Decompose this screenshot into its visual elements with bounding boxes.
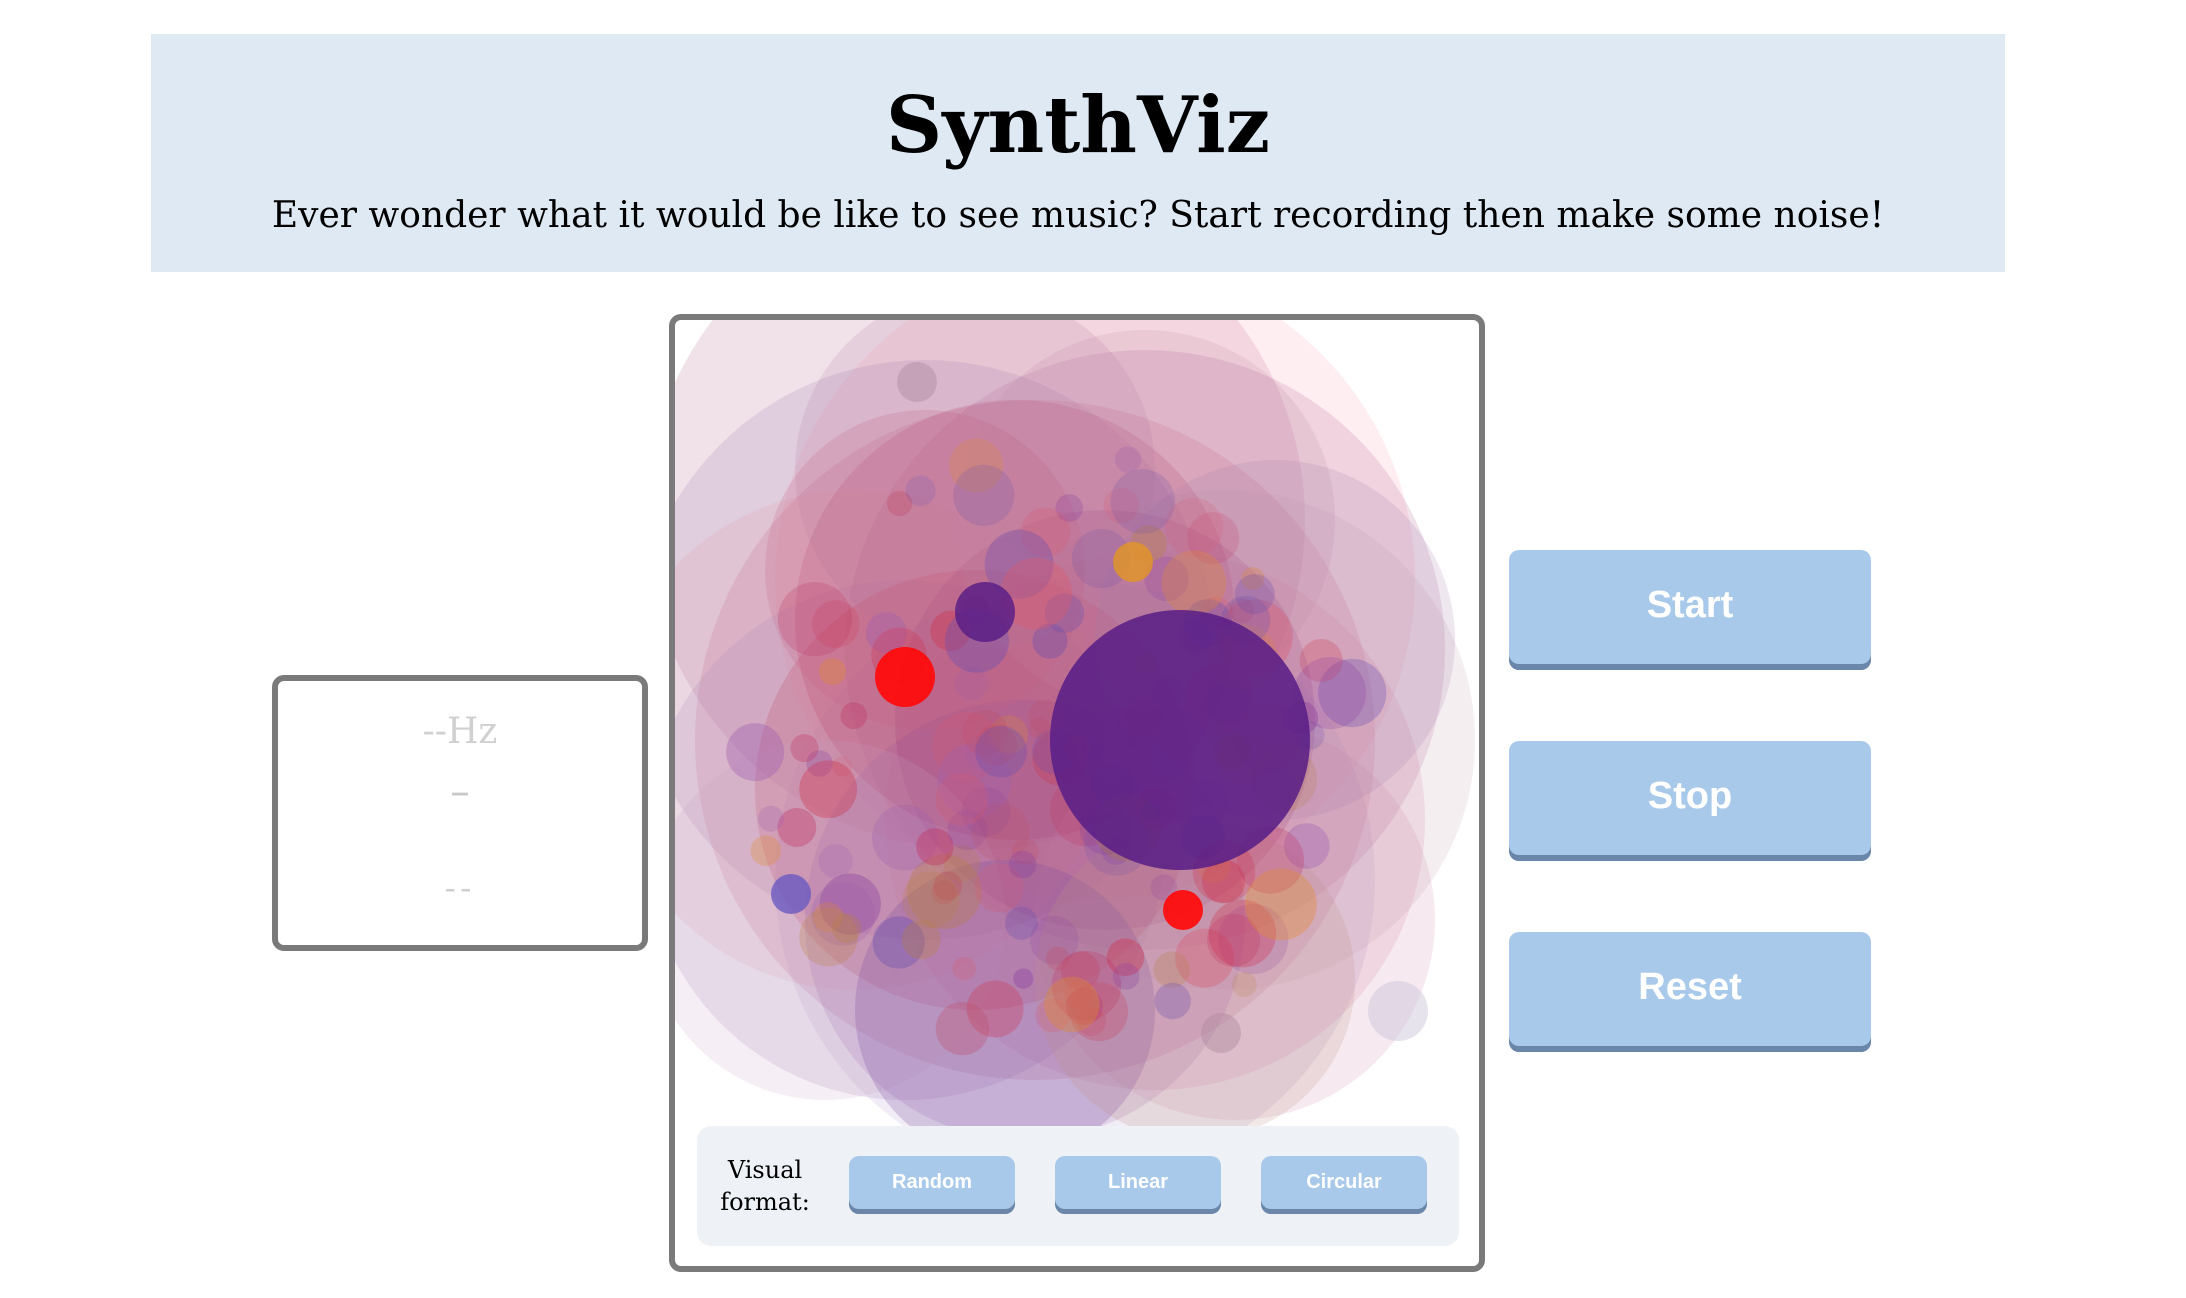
visualizer-blob — [799, 760, 858, 819]
visualizer-blob — [777, 582, 853, 657]
visualizer-blob — [1161, 550, 1227, 616]
visualizer-blob — [1008, 850, 1037, 879]
visualizer-blob — [975, 725, 1027, 778]
blue-bubble — [771, 874, 811, 914]
small-purple-bubble — [955, 582, 1015, 642]
frequency-readout: --Hz — [422, 711, 498, 752]
visualizer-blob — [1112, 962, 1140, 990]
visualizer-blob — [777, 808, 817, 847]
visualizer-blob — [1044, 976, 1100, 1033]
grey-bubble-small — [1201, 1013, 1241, 1053]
grey-bubble-top — [897, 362, 937, 402]
visualizer-blob — [901, 920, 941, 960]
visualizer-blob — [750, 835, 782, 866]
grey-bubble — [1368, 981, 1428, 1041]
pitch-readout-panel: --Hz – -- — [272, 675, 648, 951]
visualizer-blob — [1028, 717, 1050, 739]
visualizer-canvas — [675, 320, 1475, 1180]
visualizer-blob — [1005, 906, 1038, 940]
visualizer-blob — [952, 957, 977, 981]
visualizer-blob — [902, 871, 960, 928]
format-linear-button[interactable]: Linear — [1055, 1156, 1221, 1214]
large-purple-bubble — [1050, 610, 1310, 870]
visualizer-blob — [1013, 968, 1034, 989]
visualizer-blob — [905, 475, 936, 506]
visualizer-blob — [757, 805, 784, 832]
visualizer-blob — [1245, 868, 1317, 941]
visualizer-blob — [1045, 946, 1070, 971]
visualizer-blob — [1153, 951, 1191, 988]
visualizer-blob — [935, 1001, 990, 1056]
header-banner: SynthViz Ever wonder what it would be li… — [151, 34, 2005, 272]
visualizer-blob — [935, 773, 988, 826]
visualizer-blob — [953, 464, 1015, 526]
visual-format-bar: Visual format: Random Linear Circular — [697, 1126, 1459, 1246]
synthviz-page: SynthViz Ever wonder what it would be li… — [0, 0, 2186, 1298]
visual-format-label: Visual format: — [720, 1156, 810, 1216]
visualizer-blob — [840, 702, 868, 730]
visualizer-frame: Visual format: Random Linear Circular — [669, 314, 1485, 1272]
reset-button[interactable]: Reset — [1509, 932, 1871, 1052]
visualizer-blob — [819, 658, 846, 686]
visualizer-blob — [1110, 469, 1175, 534]
visualizer-blob — [1114, 446, 1142, 473]
page-title: SynthViz — [885, 80, 1271, 171]
format-random-button[interactable]: Random — [849, 1156, 1015, 1214]
start-button[interactable]: Start — [1509, 550, 1871, 670]
visualizer-blob — [818, 844, 853, 879]
visualizer-blob — [1154, 982, 1191, 1020]
stop-button[interactable]: Stop — [1509, 741, 1871, 861]
visualizer-blob — [790, 734, 819, 763]
red-bubble — [875, 647, 935, 707]
format-circular-button[interactable]: Circular — [1261, 1156, 1427, 1214]
note-readout: – — [450, 769, 470, 815]
cents-readout: -- — [444, 869, 476, 907]
visualizer-blob — [831, 913, 862, 944]
page-subtitle: Ever wonder what it would be like to see… — [271, 195, 1885, 236]
red-bubble-small — [1163, 890, 1203, 930]
orange-bubble — [1113, 542, 1153, 582]
visualizer-blob — [726, 723, 785, 782]
visualizer-blob — [1232, 972, 1257, 997]
